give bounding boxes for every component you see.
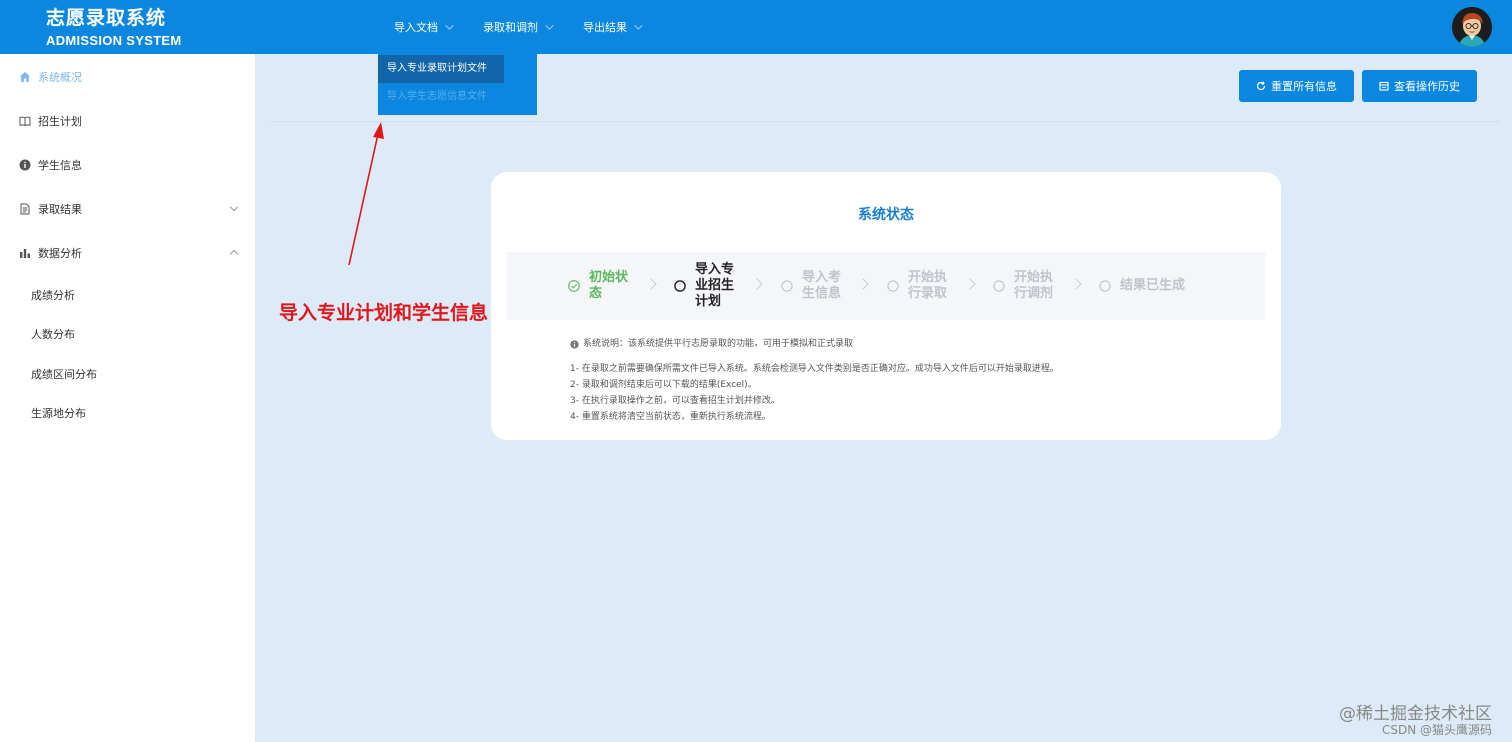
menu-item-import-student-volunteer[interactable]: 导入学生志愿信息文件 — [378, 83, 537, 111]
menu-item-import-major-plan[interactable]: 导入专业录取计划文件 — [378, 55, 504, 83]
import-docs-dropdown: 导入专业录取计划文件 导入学生志愿信息文件 — [378, 54, 537, 115]
annotation-arrow — [348, 122, 384, 266]
watermark-csdn: CSDN @猫头鹰源码 — [1381, 723, 1492, 737]
annotation-text: 导入专业计划和学生信息 — [279, 302, 489, 324]
